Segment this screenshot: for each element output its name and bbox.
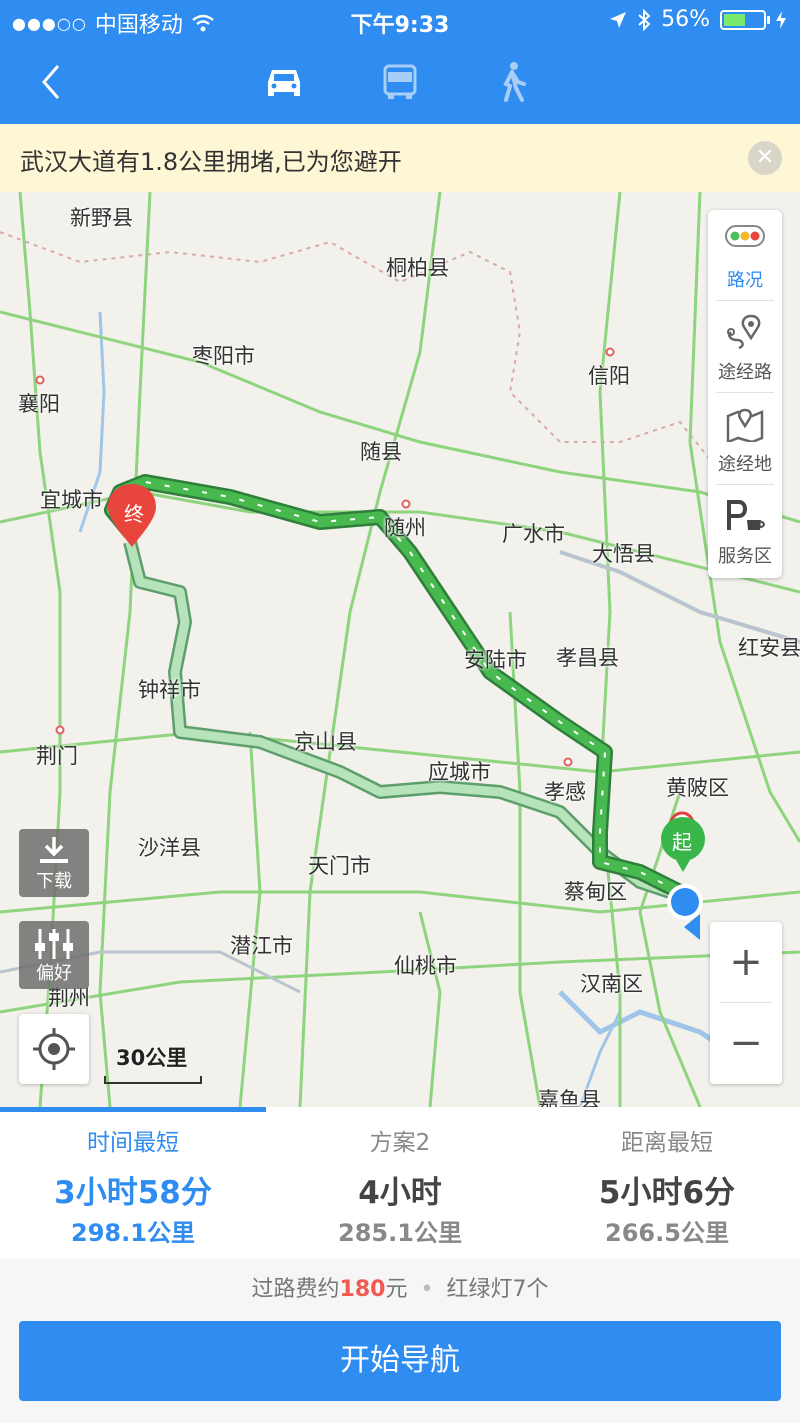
place-label: 天门市 xyxy=(308,854,371,878)
route-name: 方案2 xyxy=(369,1130,431,1156)
place-label: 新野县 xyxy=(70,206,133,230)
location-arrow-icon xyxy=(610,11,627,28)
route-option-shortest[interactable]: 距离最短 5小时6分 266.5公里 xyxy=(534,1107,800,1259)
locate-icon xyxy=(33,1028,75,1070)
route-name: 时间最短 xyxy=(87,1130,179,1156)
place-label: 潜江市 xyxy=(230,934,293,958)
charging-icon xyxy=(776,10,786,29)
locate-button[interactable] xyxy=(19,1014,89,1084)
route-distance: 298.1公里 xyxy=(71,1219,195,1247)
route-distance: 285.1公里 xyxy=(338,1219,462,1247)
waypoint-map-icon xyxy=(726,408,764,442)
place-label: 襄阳 xyxy=(18,392,60,416)
toll-prefix: 过路费约 xyxy=(251,1277,340,1302)
service-area-icon xyxy=(727,500,765,530)
download-button[interactable]: 下载 xyxy=(19,829,89,897)
place-label: 广水市 xyxy=(502,522,565,546)
waypoint-place-label: 途经地 xyxy=(718,454,772,475)
traffic-toggle-button[interactable]: 路况 xyxy=(708,210,782,300)
traffic-lights-count: 红绿灯7个 xyxy=(446,1277,549,1302)
place-label: 宜城市 xyxy=(40,488,103,512)
toll-unit: 元 xyxy=(385,1277,408,1302)
route-time: 3小时58分 xyxy=(54,1175,212,1211)
place-label: 嘉鱼县 xyxy=(538,1088,601,1107)
service-area-label: 服务区 xyxy=(718,546,772,567)
place-label: 沙洋县 xyxy=(138,836,201,860)
place-label: 枣阳市 xyxy=(192,344,255,368)
battery-percent: 56% xyxy=(661,7,710,32)
place-label: 桐柏县 xyxy=(386,256,449,280)
route-option-fastest[interactable]: 时间最短 3小时58分 298.1公里 xyxy=(0,1107,266,1259)
route-options: 时间最短 3小时58分 298.1公里 方案2 4小时 285.1公里 距离最短… xyxy=(0,1107,800,1259)
traffic-light-icon xyxy=(725,225,765,247)
place-label: 大悟县 xyxy=(592,542,655,566)
waypoint-place-button[interactable]: 途经地 xyxy=(708,394,782,484)
place-label: 荆门 xyxy=(36,744,78,768)
route-name: 距离最短 xyxy=(621,1130,713,1156)
place-label: 钟祥市 xyxy=(138,678,201,702)
walk-icon xyxy=(503,62,526,102)
traffic-notice-text: 武汉大道有1.8公里拥堵,已为您避开 xyxy=(20,148,402,176)
place-label: 信阳 xyxy=(588,364,630,388)
traffic-toggle-label: 路况 xyxy=(727,270,763,291)
traffic-notice: 武汉大道有1.8公里拥堵,已为您避开 ✕ xyxy=(0,124,800,192)
place-label: 安陆市 xyxy=(464,648,527,672)
back-button[interactable] xyxy=(30,58,78,106)
place-label: 黄陂区 xyxy=(666,776,729,800)
preference-button[interactable]: 偏好 xyxy=(19,921,89,989)
download-label: 下载 xyxy=(36,871,72,892)
place-label: 随县 xyxy=(360,440,402,464)
waypoint-route-icon xyxy=(727,314,761,350)
battery-icon xyxy=(720,9,770,30)
preference-label: 偏好 xyxy=(36,963,72,984)
car-icon xyxy=(268,70,300,96)
place-label: 仙桃市 xyxy=(394,954,457,978)
service-area-button[interactable]: 服务区 xyxy=(708,486,782,576)
mode-car-button[interactable] xyxy=(260,58,308,106)
waypoint-road-button[interactable]: 途经路 xyxy=(708,302,782,392)
route-time: 4小时 xyxy=(358,1175,442,1211)
bus-icon xyxy=(383,64,417,99)
download-icon xyxy=(40,837,68,863)
start-marker-label: 起 xyxy=(672,830,692,854)
map-side-panel: 路况 途经路 途经地 服务区 xyxy=(708,210,782,578)
zoom-control: + − xyxy=(710,922,782,1084)
scale-bar xyxy=(104,1076,202,1084)
close-icon: ✕ xyxy=(755,145,775,170)
summary-separator: • xyxy=(420,1277,434,1302)
status-bar: ●●●○○ 中国移动 下午9:33 56% xyxy=(0,0,800,40)
start-navigation-button[interactable]: 开始导航 xyxy=(19,1321,781,1401)
zoom-in-button[interactable]: + xyxy=(710,922,782,1002)
chevron-left-icon xyxy=(42,65,60,99)
nav-bar xyxy=(0,40,800,124)
place-label: 应城市 xyxy=(428,760,491,784)
toll-value: 180 xyxy=(339,1277,386,1302)
place-label: 孝昌县 xyxy=(556,646,619,670)
bluetooth-icon xyxy=(638,8,651,31)
start-bar: 开始导航 xyxy=(0,1321,800,1423)
mode-walk-button[interactable] xyxy=(488,58,536,106)
notice-close-button[interactable]: ✕ xyxy=(748,141,782,175)
route-summary: 过路费约180元 • 红绿灯7个 xyxy=(0,1259,800,1321)
waypoint-road-label: 途经路 xyxy=(718,362,772,383)
scale-label: 30公里 xyxy=(116,1046,188,1070)
map-view[interactable]: 终 起 新野县 桐柏县 枣阳市 信阳 襄阳 随县 宜城市 随州 广水市 大悟县 … xyxy=(0,192,800,1107)
route-distance: 266.5公里 xyxy=(605,1219,729,1247)
place-label: 红安县 xyxy=(738,636,800,660)
route-time: 5小时6分 xyxy=(598,1175,736,1211)
end-marker-label: 终 xyxy=(124,502,144,526)
place-label: 孝感 xyxy=(544,780,586,804)
place-label: 随州 xyxy=(384,516,426,540)
mode-bus-button[interactable] xyxy=(376,58,424,106)
divider xyxy=(716,484,774,485)
place-label: 蔡甸区 xyxy=(564,880,627,904)
place-label: 京山县 xyxy=(294,730,357,754)
place-label: 汉南区 xyxy=(580,972,643,996)
divider xyxy=(716,300,774,301)
top-bar: ●●●○○ 中国移动 下午9:33 56% xyxy=(0,0,800,124)
divider xyxy=(716,392,774,393)
route-option-2[interactable]: 方案2 4小时 285.1公里 xyxy=(267,1107,533,1259)
zoom-out-button[interactable]: − xyxy=(710,1003,782,1083)
sliders-icon xyxy=(35,929,73,959)
